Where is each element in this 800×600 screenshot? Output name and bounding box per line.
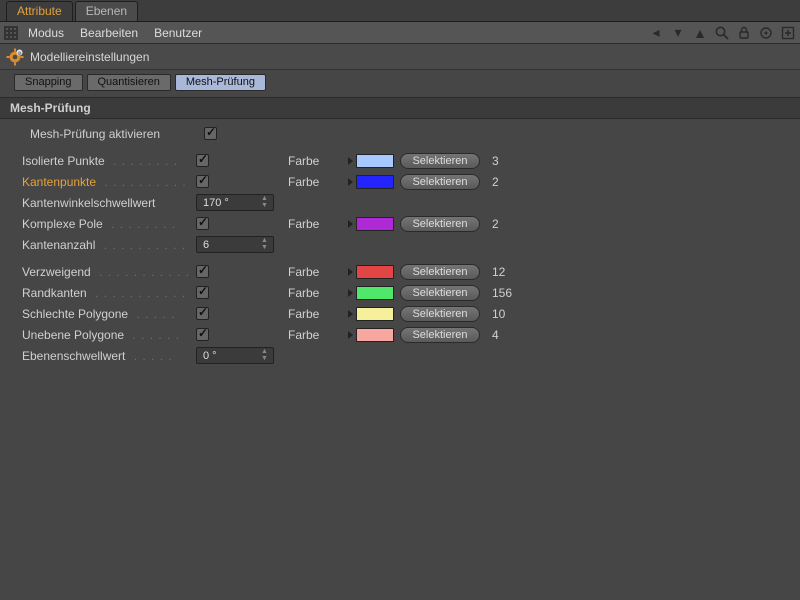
input-ebenenschwellwert[interactable]: 0 °▲▼ — [196, 347, 274, 364]
expander-icon[interactable] — [348, 157, 353, 165]
color-swatch-kantenpunkte[interactable] — [356, 175, 394, 189]
expander-icon[interactable] — [348, 310, 353, 318]
row-komplexe-pole: Komplexe Pole . . . . . . . . Farbe Sele… — [0, 213, 800, 234]
expander-icon[interactable] — [348, 220, 353, 228]
gear-icon: ⚙ — [6, 48, 24, 66]
panel-tab-bar: Attribute Ebenen — [0, 0, 800, 22]
label-kantenpunkte: Kantenpunkte . . . . . . . . . . — [22, 175, 192, 189]
spinner-down-icon[interactable]: ▼ — [261, 245, 271, 251]
display-mode-icon[interactable] — [4, 26, 18, 40]
lock-icon[interactable] — [736, 25, 752, 41]
subtab-quantisieren[interactable]: Quantisieren — [87, 74, 171, 91]
farbe-label: Farbe — [288, 328, 344, 342]
spinner-down-icon[interactable]: ▼ — [261, 356, 271, 362]
select-button-verzweigend[interactable]: Selektieren — [400, 264, 480, 280]
select-button-unebene[interactable]: Selektieren — [400, 327, 480, 343]
color-swatch-unebene[interactable] — [356, 328, 394, 342]
farbe-label: Farbe — [288, 217, 344, 231]
label-ebenenschwellwert: Ebenenschwellwert . . . . . — [22, 349, 192, 363]
expander-icon[interactable] — [348, 178, 353, 186]
label-kantenanzahl: Kantenanzahl . . . . . . . . . . — [22, 238, 192, 252]
count-schlechte: 10 — [492, 307, 532, 321]
count-komplexe-pole: 2 — [492, 217, 532, 231]
checkbox-komplexe-pole[interactable] — [196, 217, 209, 230]
color-swatch-isolierte[interactable] — [356, 154, 394, 168]
menu-bearbeiten[interactable]: Bearbeiten — [80, 26, 138, 40]
select-button-kantenpunkte[interactable]: Selektieren — [400, 174, 480, 190]
checkbox-enable[interactable] — [204, 127, 217, 140]
form-area: Mesh-Prüfung aktivieren Isolierte Punkte… — [0, 119, 800, 366]
label-komplexe-pole: Komplexe Pole . . . . . . . . — [22, 217, 192, 231]
menu-benutzer[interactable]: Benutzer — [154, 26, 202, 40]
farbe-label: Farbe — [288, 286, 344, 300]
row-randkanten: Randkanten . . . . . . . . . . . Farbe S… — [0, 282, 800, 303]
menu-modus[interactable]: Modus — [28, 26, 64, 40]
label-unebene: Unebene Polygone . . . . . . — [22, 328, 192, 342]
expander-icon[interactable] — [348, 289, 353, 297]
count-verzweigend: 12 — [492, 265, 532, 279]
select-button-schlechte[interactable]: Selektieren — [400, 306, 480, 322]
row-enable-mesh-check: Mesh-Prüfung aktivieren — [0, 123, 800, 144]
row-kantenanzahl: Kantenanzahl . . . . . . . . . . 6▲▼ — [0, 234, 800, 255]
tab-attribute[interactable]: Attribute — [6, 1, 73, 21]
search-icon[interactable] — [714, 25, 730, 41]
select-button-randkanten[interactable]: Selektieren — [400, 285, 480, 301]
farbe-label: Farbe — [288, 265, 344, 279]
row-kantenwinkelschwellwert: Kantenwinkelschwellwert 170 °▲▼ — [0, 192, 800, 213]
color-swatch-randkanten[interactable] — [356, 286, 394, 300]
spinner-down-icon[interactable]: ▼ — [261, 203, 271, 209]
checkbox-kantenpunkte[interactable] — [196, 175, 209, 188]
new-window-icon[interactable] — [780, 25, 796, 41]
checkbox-unebene[interactable] — [196, 328, 209, 341]
section-header: Mesh-Prüfung — [0, 97, 800, 119]
subtab-mesh-pruefung[interactable]: Mesh-Prüfung — [175, 74, 266, 91]
expander-icon[interactable] — [348, 268, 353, 276]
row-schlechte-polygone: Schlechte Polygone . . . . . Farbe Selek… — [0, 303, 800, 324]
subtab-bar: Snapping Quantisieren Mesh-Prüfung — [0, 70, 800, 97]
label-schlechte: Schlechte Polygone . . . . . — [22, 307, 192, 321]
page-title-row: ⚙ Modelliereinstellungen — [0, 44, 800, 70]
row-isolierte-punkte: Isolierte Punkte . . . . . . . . Farbe S… — [0, 150, 800, 171]
select-button-isolierte[interactable]: Selektieren — [400, 153, 480, 169]
color-swatch-komplexe-pole[interactable] — [356, 217, 394, 231]
menu-bar: Modus Bearbeiten Benutzer ◂ ▾ ▲ — [0, 22, 800, 44]
label-verzweigend: Verzweigend . . . . . . . . . . . — [22, 265, 192, 279]
target-icon[interactable] — [758, 25, 774, 41]
subtab-snapping[interactable]: Snapping — [14, 74, 83, 91]
count-randkanten: 156 — [492, 286, 532, 300]
select-button-komplexe-pole[interactable]: Selektieren — [400, 216, 480, 232]
row-unebene-polygone: Unebene Polygone . . . . . . Farbe Selek… — [0, 324, 800, 345]
count-kantenpunkte: 2 — [492, 175, 532, 189]
label-randkanten: Randkanten . . . . . . . . . . . — [22, 286, 192, 300]
nav-back-icon[interactable]: ◂ — [648, 25, 664, 41]
checkbox-randkanten[interactable] — [196, 286, 209, 299]
page-title: Modelliereinstellungen — [30, 50, 149, 64]
row-verzweigend: Verzweigend . . . . . . . . . . . Farbe … — [0, 261, 800, 282]
tab-ebenen[interactable]: Ebenen — [75, 1, 138, 21]
farbe-label: Farbe — [288, 175, 344, 189]
label-kwinkel: Kantenwinkelschwellwert — [22, 196, 192, 210]
count-unebene: 4 — [492, 328, 532, 342]
farbe-label: Farbe — [288, 307, 344, 321]
svg-text:⚙: ⚙ — [17, 50, 22, 56]
label-isolierte: Isolierte Punkte . . . . . . . . — [22, 154, 192, 168]
input-kantenwinkel[interactable]: 170 °▲▼ — [196, 194, 274, 211]
checkbox-isolierte[interactable] — [196, 154, 209, 167]
nav-up-icon[interactable]: ▲ — [692, 25, 708, 41]
nav-dropdown-icon[interactable]: ▾ — [670, 25, 686, 41]
checkbox-verzweigend[interactable] — [196, 265, 209, 278]
farbe-label: Farbe — [288, 154, 344, 168]
input-kantenanzahl[interactable]: 6▲▼ — [196, 236, 274, 253]
row-ebenenschwellwert: Ebenenschwellwert . . . . . 0 °▲▼ — [0, 345, 800, 366]
expander-icon[interactable] — [348, 331, 353, 339]
label-enable: Mesh-Prüfung aktivieren — [30, 127, 200, 141]
checkbox-schlechte[interactable] — [196, 307, 209, 320]
count-isolierte: 3 — [492, 154, 532, 168]
color-swatch-schlechte[interactable] — [356, 307, 394, 321]
color-swatch-verzweigend[interactable] — [356, 265, 394, 279]
row-kantenpunkte: Kantenpunkte . . . . . . . . . . Farbe S… — [0, 171, 800, 192]
